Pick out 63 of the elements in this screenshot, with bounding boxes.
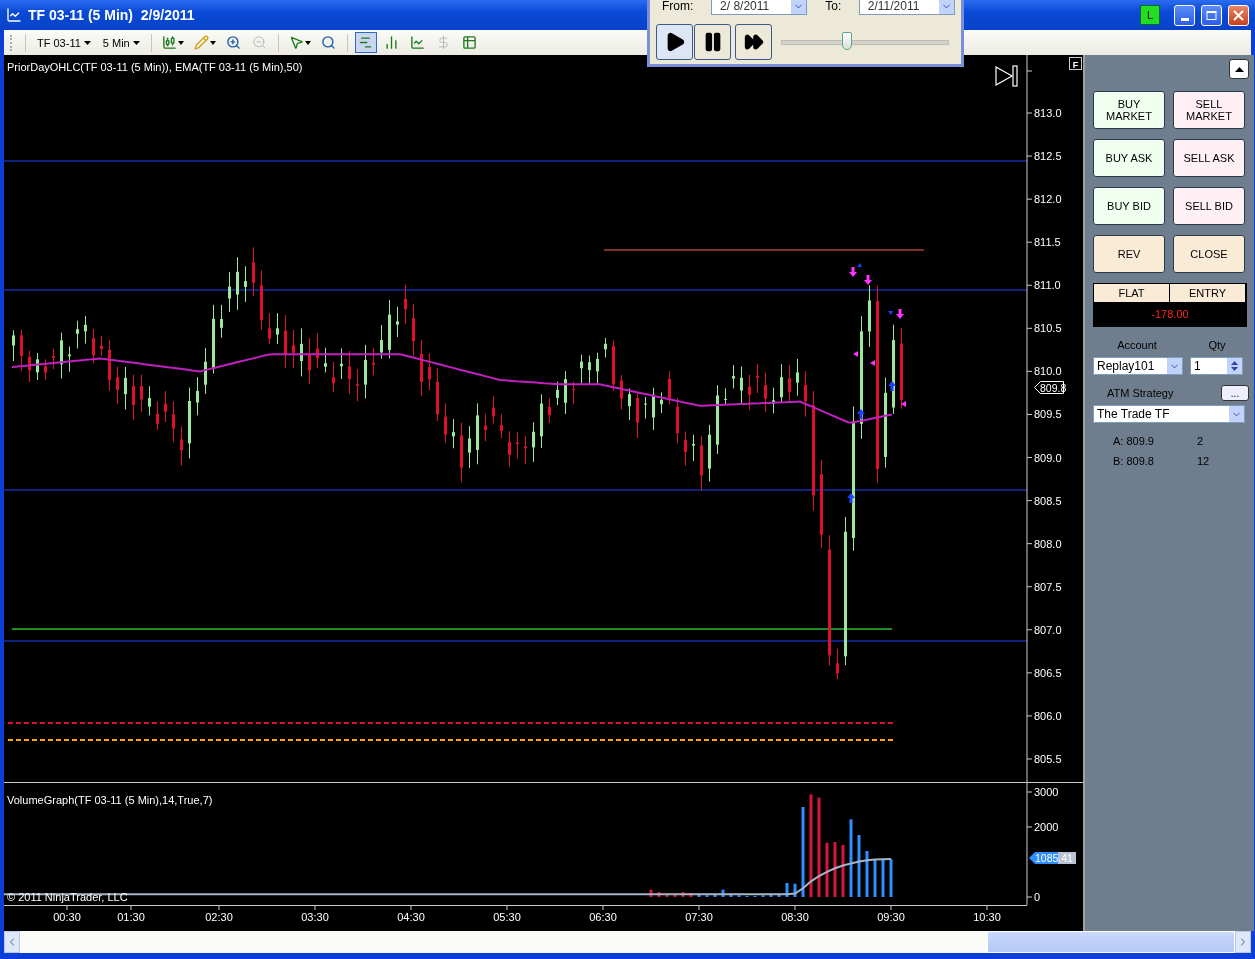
atm-options-button[interactable]: ... [1221,385,1249,401]
time-axis-label: 00:30 [53,911,81,923]
qty-label: Qty [1207,339,1227,351]
price-axis-label: 806.0 [1034,709,1062,722]
time-axis-label: 09:30 [877,911,905,923]
price-axis-label: 812.0 [1034,193,1062,206]
panel-flag[interactable]: F [1069,57,1082,70]
order-button[interactable]: CLOSE [1173,235,1245,273]
price-axis-label: 807.0 [1034,623,1062,636]
time-axis-label: 10:30 [973,911,1001,923]
order-button[interactable]: BUY MARKET [1093,91,1165,129]
price-axis-label: 808.0 [1034,537,1062,550]
time-axis-label: 02:30 [205,911,233,923]
price-axis-label: 809.0 [1034,451,1062,464]
price-axis-label: 808.5 [1034,494,1062,507]
instrument-dropdown[interactable]: TF 03-11 [33,36,95,49]
time-axis-label: 07:30 [685,911,713,923]
quote-price: A: 809.9 [1112,435,1155,447]
time-axis-label: 08:30 [781,911,809,923]
price-axis-label: 812.5 [1034,150,1062,163]
price-axis-label: 809.5 [1034,408,1062,421]
quote-size: 2 [1197,435,1204,447]
interval-dropdown[interactable]: 5 Min [98,36,144,49]
price-axis-label: 807.5 [1034,580,1062,593]
time-axis-label: 06:30 [589,911,617,923]
atm-strategy-select[interactable]: The Trade TF [1093,405,1245,423]
volume-axis-label: 2000 [1034,821,1059,833]
to-label: To: [825,0,843,13]
order-button[interactable]: SELL MARKET [1173,91,1245,129]
account-label: Account [1116,339,1158,351]
connection-badge: L [1140,5,1160,25]
window-title: TF 03-11 (5 Min) 2/9/2011 [28,7,195,23]
order-button[interactable]: SELL ASK [1173,139,1245,177]
position-status: FLAT [1094,284,1170,302]
price-axis-label: 813.0 [1034,107,1062,119]
quote-size: 12 [1197,455,1210,467]
order-button[interactable]: SELL BID [1173,187,1245,225]
price-axis-label: 810.5 [1034,322,1062,335]
price-axis-label: 811.5 [1034,236,1061,249]
time-axis-label: 03:30 [301,911,329,923]
time-axis-label: 05:30 [493,911,521,923]
price-axis-label: 810.0 [1034,365,1062,378]
order-button[interactable]: REV [1093,235,1165,273]
volume-indicator-label: VolumeGraph(TF 03-11 (5 Min),14,True,7) [7,794,213,806]
from-label: From: [662,0,695,13]
price-axis-label: 805.5 [1034,752,1062,765]
volume-axis-label: 3000 [1034,786,1059,798]
volume-axis-label: 0 [1034,891,1041,903]
to-date-field[interactable]: 2/11/2011 [858,0,955,15]
order-button[interactable]: BUY BID [1093,187,1165,225]
order-button[interactable]: BUY ASK [1093,139,1165,177]
price-axis-label: 806.5 [1034,666,1062,679]
entry-label: ENTRY [1170,284,1246,302]
quote-price: B: 809.8 [1112,455,1155,467]
atm-strategy-label: ATM Strategy [1107,387,1174,399]
from-date-field[interactable]: 2/ 8/2011 [711,0,808,15]
price-axis-label: 811.0 [1034,279,1061,292]
pnl-value: -178.00 [1150,307,1190,322]
time-axis-label: 04:30 [397,911,425,923]
quantity-spinner[interactable]: 1 [1190,357,1243,375]
account-select[interactable]: Replay101 [1093,357,1183,375]
indicator-label: PriorDayOHLC(TF 03-11 (5 Min)), EMA(TF 03-11 (5 Min),50) [7,61,303,73]
time-axis-label: 01:30 [117,911,145,923]
